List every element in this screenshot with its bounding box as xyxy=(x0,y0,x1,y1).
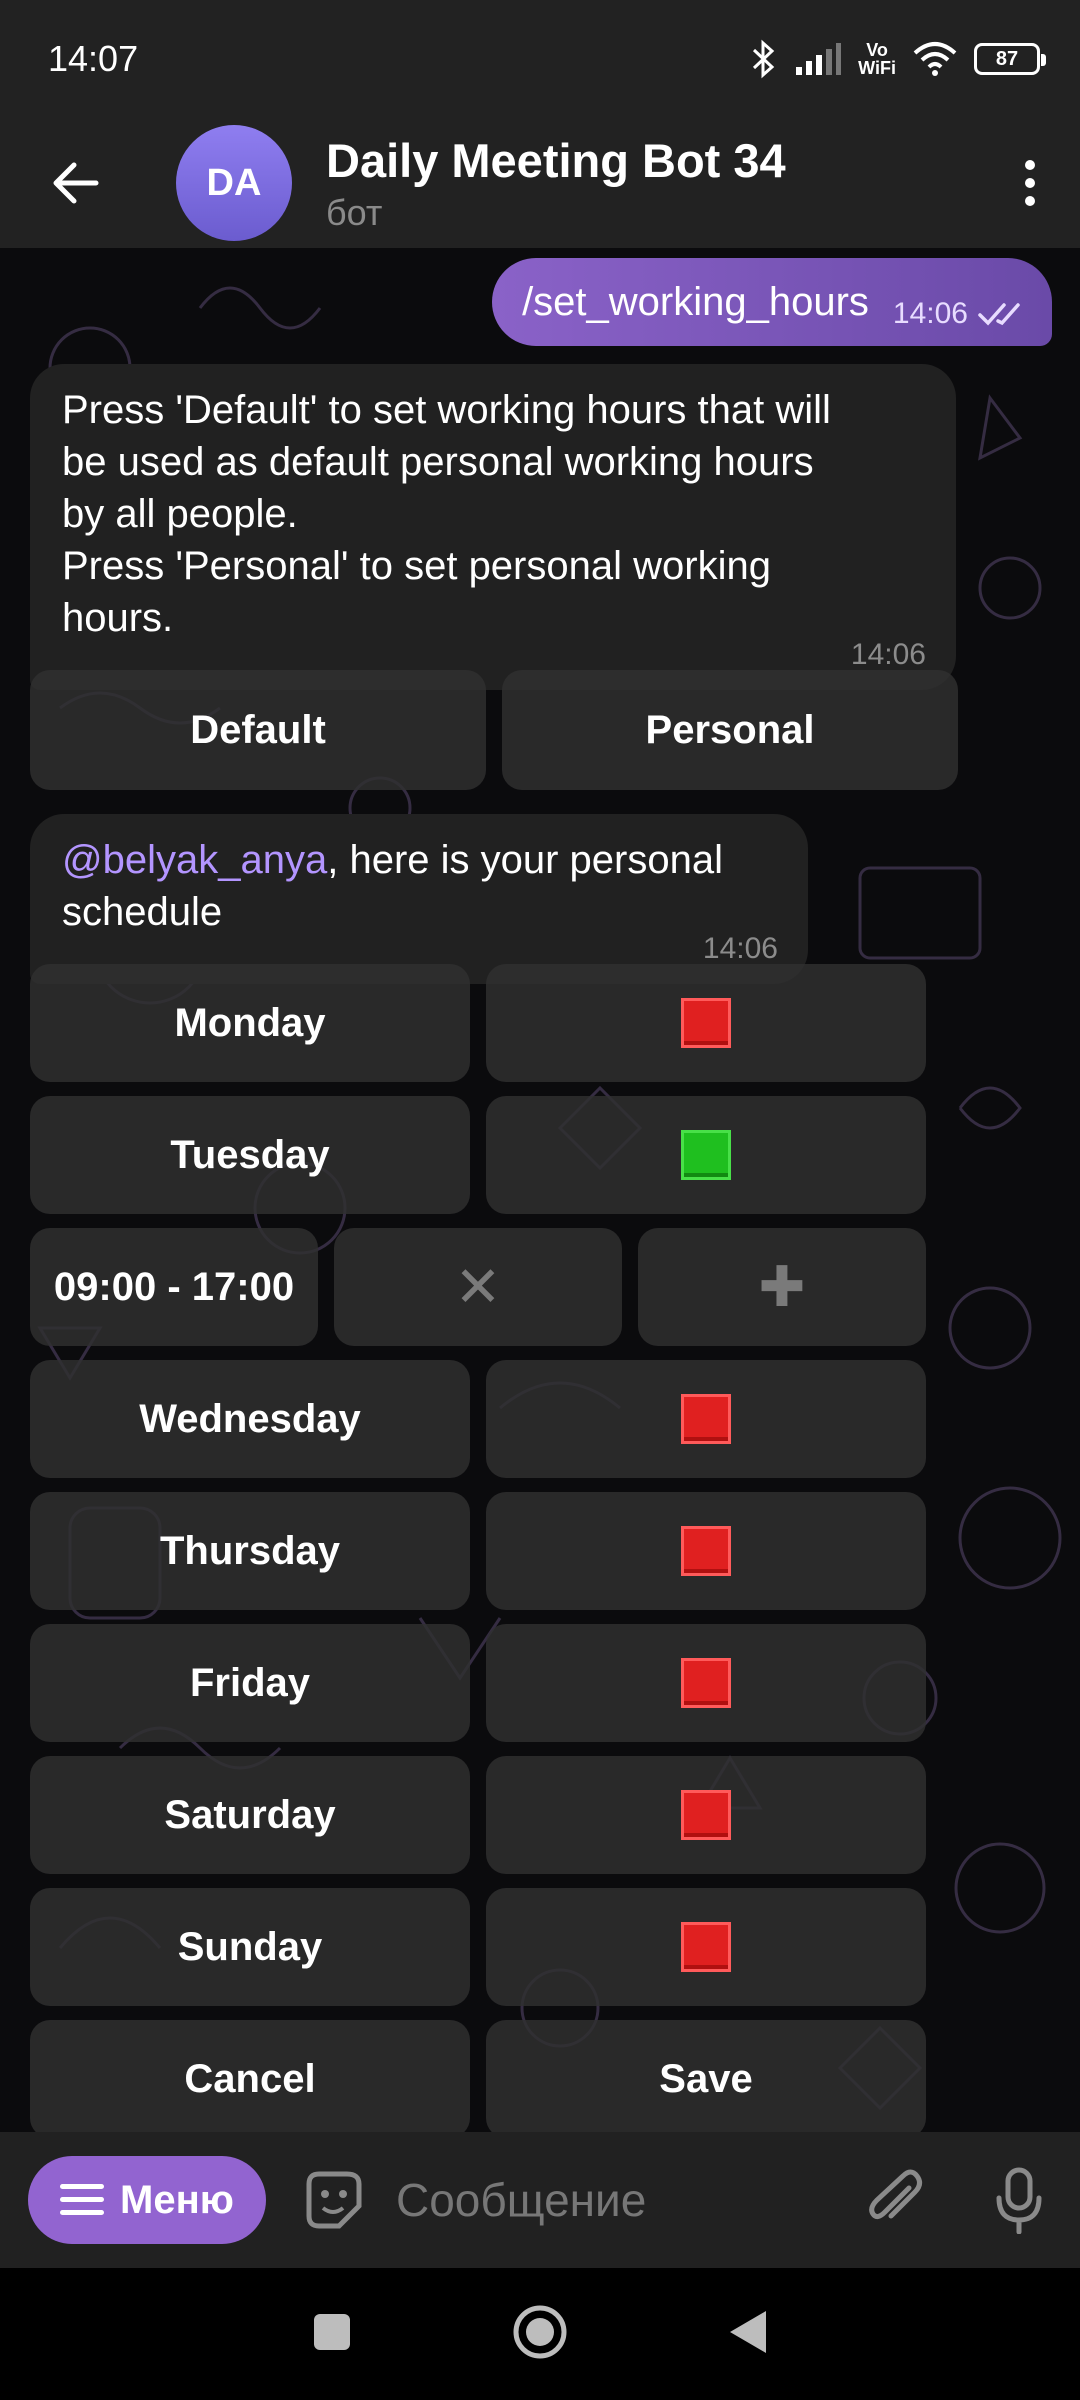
bot-schedule-message[interactable]: @belyak_anya, here is your personal sche… xyxy=(30,814,808,984)
day-toggle-saturday[interactable] xyxy=(486,1756,926,1874)
enabled-square-icon xyxy=(681,1130,731,1180)
triangle-back-icon xyxy=(730,2310,766,2353)
add-hours-button[interactable]: ✚ xyxy=(638,1228,926,1346)
system-back-button[interactable] xyxy=(728,2309,768,2360)
bluetooth-icon xyxy=(748,39,778,79)
wifi-icon xyxy=(912,39,958,79)
disabled-square-icon xyxy=(681,1922,731,1972)
back-button[interactable] xyxy=(0,118,150,248)
paperclip-icon xyxy=(869,2169,923,2220)
message-input-bar: Меню xyxy=(0,2132,1080,2268)
day-button-monday[interactable]: Monday xyxy=(30,964,470,1082)
status-time: 14:07 xyxy=(48,38,139,79)
chat-area[interactable]: /set_working_hours 14:06 Press 'Default'… xyxy=(0,248,1080,2132)
day-button-thursday[interactable]: Thursday xyxy=(30,1492,470,1610)
signal-icon xyxy=(794,39,842,79)
battery-icon: 87 xyxy=(974,43,1046,75)
more-options-button[interactable] xyxy=(990,118,1070,248)
day-toggle-tuesday[interactable] xyxy=(486,1096,926,1214)
chat-title: Daily Meeting Bot 34 xyxy=(326,133,786,187)
tuesday-hours-button[interactable]: 09:00 - 17:00 xyxy=(30,1228,318,1346)
save-button[interactable]: Save xyxy=(486,2020,926,2132)
message-time: 14:06 xyxy=(850,638,926,671)
sticker-icon xyxy=(306,2171,362,2229)
schedule-text: @belyak_anya, here is your personal sche… xyxy=(62,834,778,938)
day-button-sunday[interactable]: Sunday xyxy=(30,1888,470,2006)
chat-title-block[interactable]: Daily Meeting Bot 34 бот xyxy=(326,133,990,234)
disabled-square-icon xyxy=(681,1658,731,1708)
day-button-friday[interactable]: Friday xyxy=(30,1624,470,1742)
status-bar: 14:07 Vo WiFi 87 xyxy=(0,0,1080,118)
day-button-saturday[interactable]: Saturday xyxy=(30,1756,470,1874)
day-toggle-wednesday[interactable] xyxy=(486,1360,926,1478)
plus-icon: ✚ xyxy=(758,1255,806,1318)
cancel-button[interactable]: Cancel xyxy=(30,2020,470,2132)
square-icon xyxy=(314,2313,350,2350)
day-toggle-sunday[interactable] xyxy=(486,1888,926,2006)
disabled-square-icon xyxy=(681,1394,731,1444)
day-toggle-friday[interactable] xyxy=(486,1624,926,1742)
user-mention-link[interactable]: @belyak_anya xyxy=(62,838,327,882)
vowifi-bottom-label: WiFi xyxy=(858,58,896,78)
vowifi-icon: Vo WiFi xyxy=(858,41,896,77)
remove-hours-button[interactable]: ✕ xyxy=(334,1228,622,1346)
day-button-tuesday[interactable]: Tuesday xyxy=(30,1096,470,1214)
home-button[interactable] xyxy=(512,2304,568,2365)
voice-message-button[interactable] xyxy=(984,2160,1054,2240)
day-toggle-monday[interactable] xyxy=(486,964,926,1082)
default-button[interactable]: Default xyxy=(30,670,486,790)
sticker-button[interactable] xyxy=(300,2167,366,2233)
status-icons: Vo WiFi 87 xyxy=(748,39,1046,79)
arrow-left-icon xyxy=(53,162,99,204)
chat-subtitle: бот xyxy=(326,191,383,233)
command-text: /set_working_hours xyxy=(522,279,869,324)
day-button-wednesday[interactable]: Wednesday xyxy=(30,1360,470,1478)
day-toggle-thursday[interactable] xyxy=(486,1492,926,1610)
outgoing-command-message[interactable]: /set_working_hours 14:06 xyxy=(492,258,1052,346)
hamburger-icon xyxy=(60,2184,105,2215)
disabled-square-icon xyxy=(681,1526,731,1576)
double-check-icon xyxy=(978,303,1020,326)
vowifi-top-label: Vo xyxy=(866,40,888,60)
disabled-square-icon xyxy=(681,998,731,1048)
more-vertical-icon xyxy=(1025,160,1035,206)
home-circle-icon xyxy=(513,2305,567,2358)
message-time: 14:06 xyxy=(892,297,968,330)
disabled-square-icon xyxy=(681,1790,731,1840)
message-input[interactable] xyxy=(396,2160,816,2240)
chat-header: DA Daily Meeting Bot 34 бот xyxy=(0,118,1080,248)
bot-menu-button[interactable]: Меню xyxy=(28,2156,266,2244)
close-icon: ✕ xyxy=(454,1255,502,1318)
attach-button[interactable] xyxy=(860,2160,930,2240)
microphone-icon xyxy=(996,2167,1042,2234)
system-navigation-bar xyxy=(0,2268,1080,2400)
recents-button[interactable] xyxy=(312,2312,352,2357)
personal-button[interactable]: Personal xyxy=(502,670,958,790)
avatar[interactable]: DA xyxy=(176,125,292,241)
intro-text: Press 'Default' to set working hours tha… xyxy=(62,388,831,640)
bot-intro-message[interactable]: Press 'Default' to set working hours tha… xyxy=(30,364,956,690)
menu-label: Меню xyxy=(120,2177,234,2222)
